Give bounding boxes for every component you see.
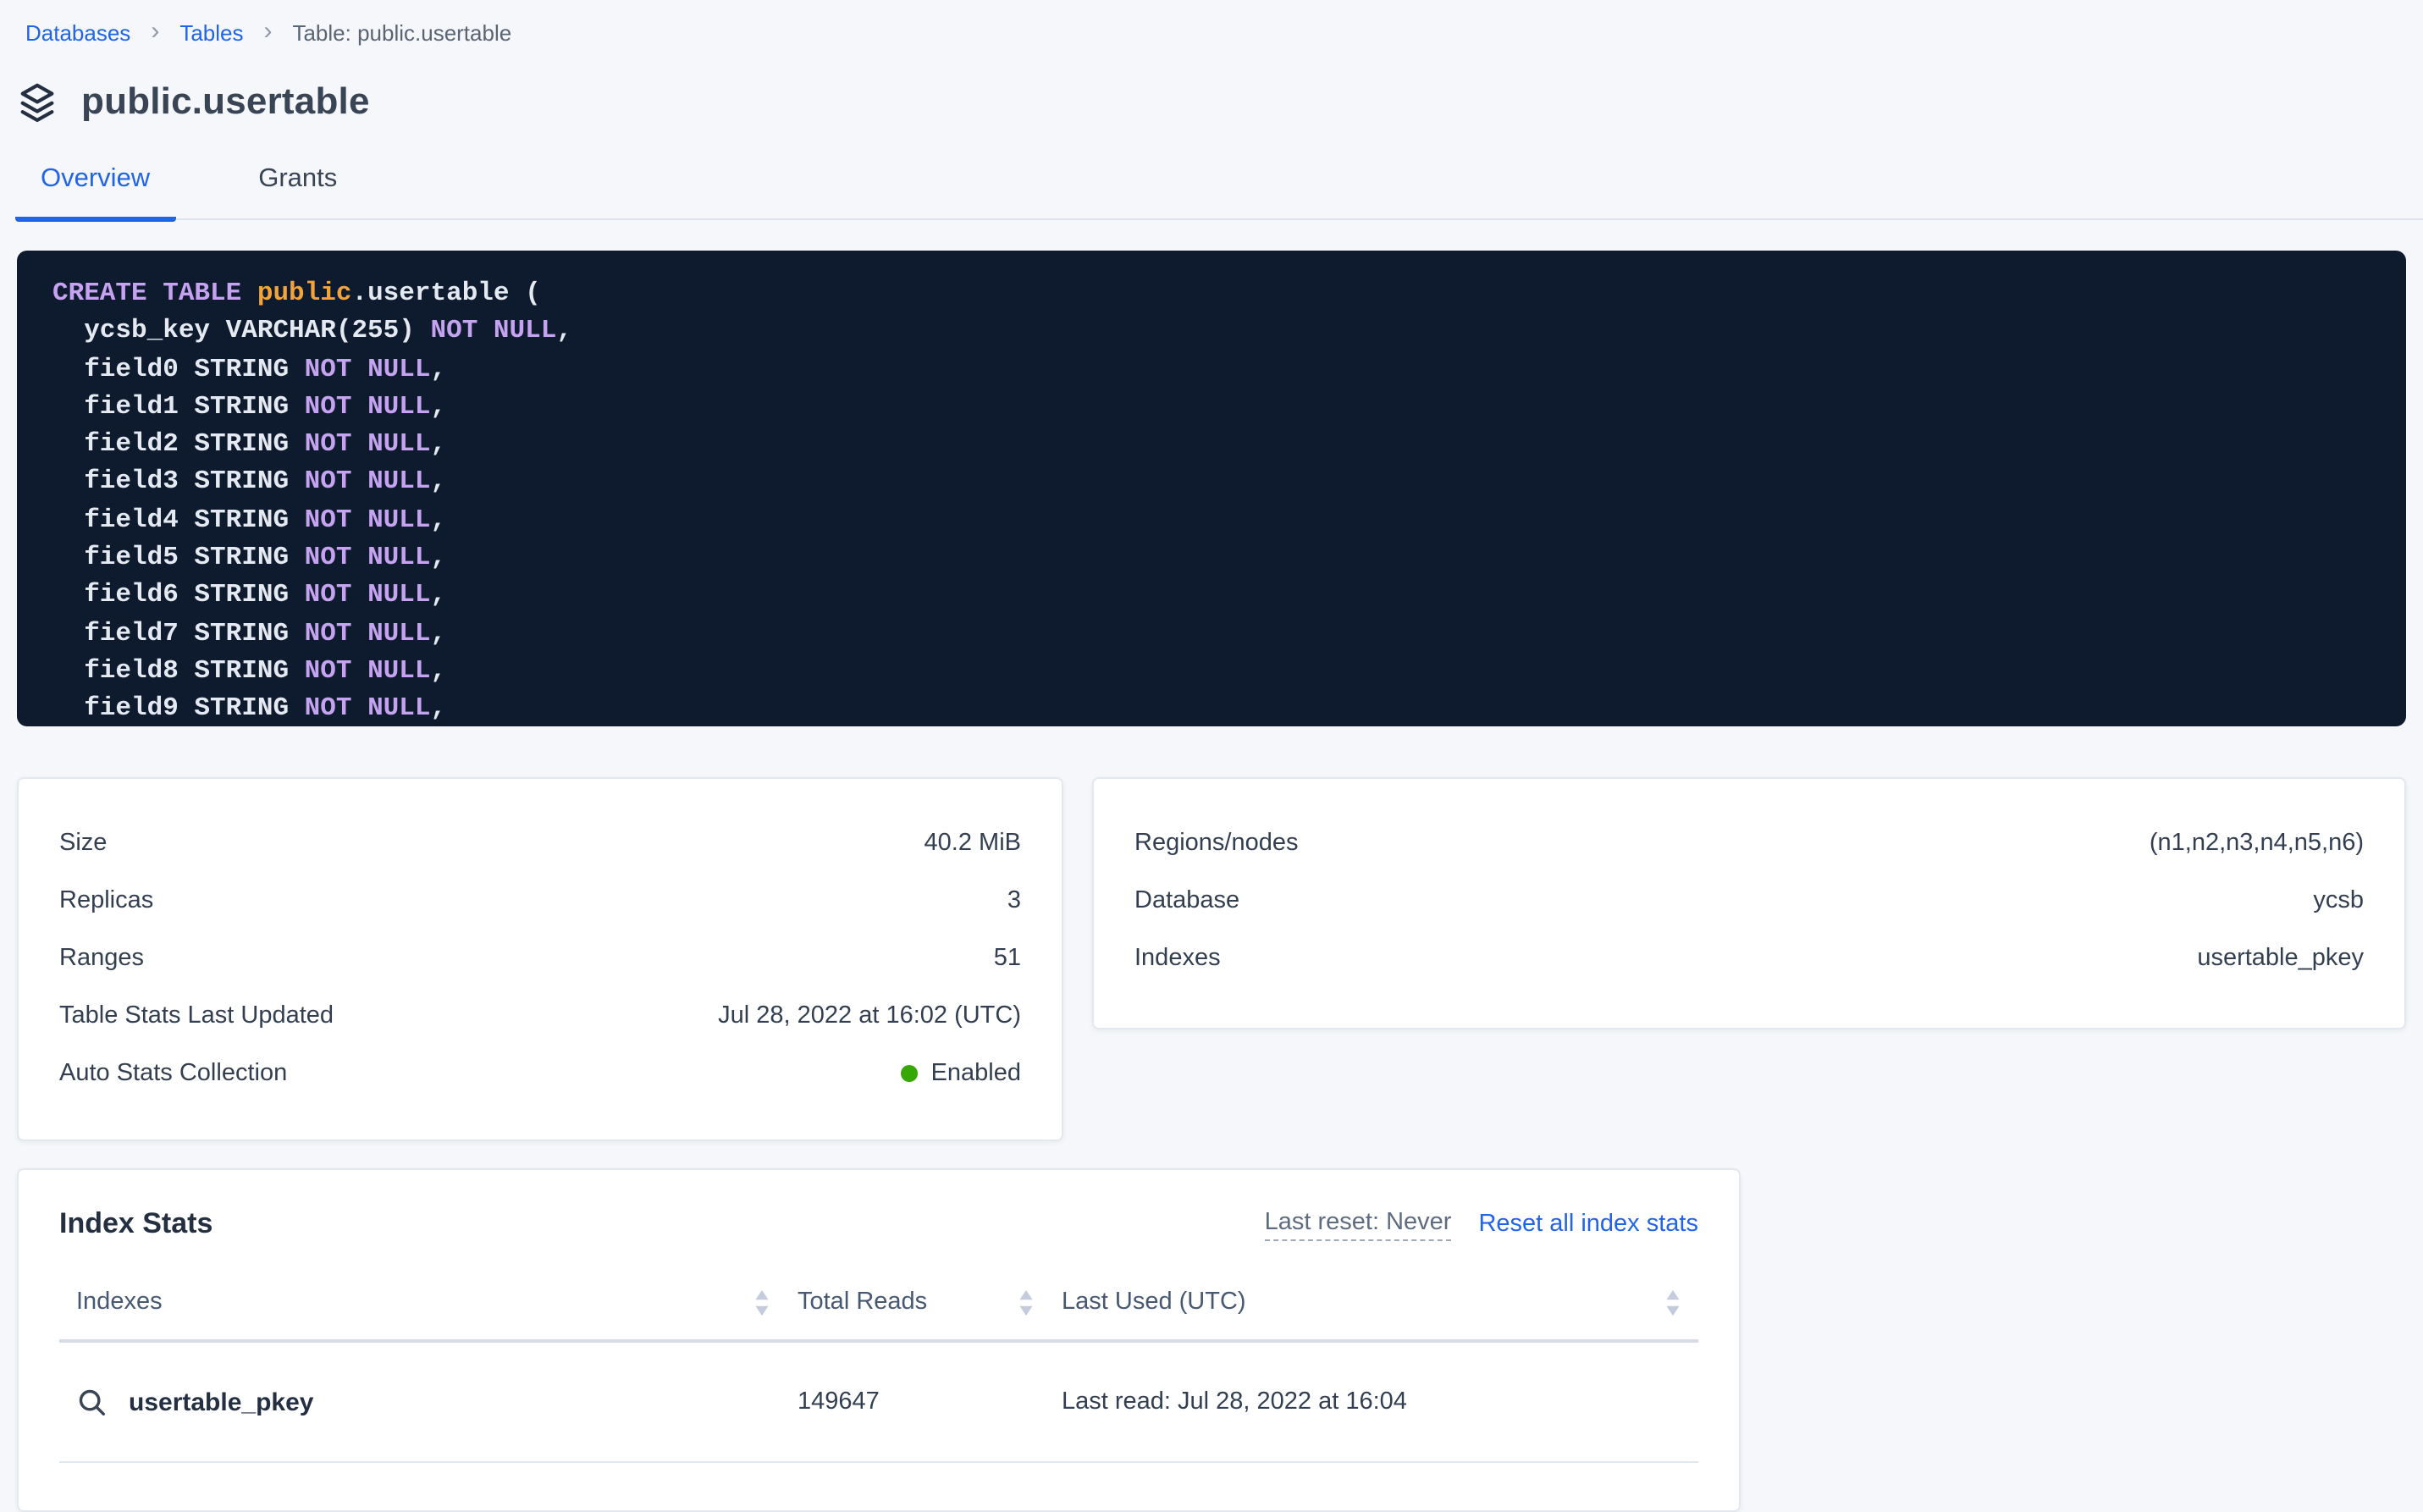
stat-value: ycsb bbox=[2313, 887, 2364, 914]
create-statement-code-block: CREATE TABLE public.usertable ( ycsb_key… bbox=[17, 251, 2406, 726]
sort-icon[interactable] bbox=[1664, 1288, 1681, 1316]
index-name: usertable_pkey bbox=[129, 1388, 313, 1416]
stat-value: 51 bbox=[994, 945, 1021, 972]
stat-value: Enabled bbox=[901, 1060, 1021, 1087]
stat-label: Database bbox=[1134, 887, 1239, 914]
stat-label: Replicas bbox=[59, 887, 153, 914]
sql-line: field3 STRING NOT NULL, bbox=[52, 463, 2406, 501]
stat-row-regions: Regions/nodes (n1,n2,n3,n4,n5,n6) bbox=[1134, 814, 2364, 872]
stat-row-replicas: Replicas 3 bbox=[59, 872, 1021, 930]
stat-row-ranges: Ranges 51 bbox=[59, 930, 1021, 987]
sql-line: field8 STRING NOT NULL, bbox=[52, 652, 2406, 690]
sql-line: field1 STRING NOT NULL, bbox=[52, 388, 2406, 426]
sort-icon[interactable] bbox=[753, 1288, 770, 1316]
last-used-cell: Last read: Jul 28, 2022 at 16:04 bbox=[1062, 1388, 1681, 1415]
sql-line: field6 STRING NOT NULL, bbox=[52, 577, 2406, 615]
chevron-right-icon: › bbox=[263, 19, 272, 44]
page-header: public.usertable bbox=[15, 80, 2423, 124]
stat-value: 40.2 MiB bbox=[924, 830, 1021, 857]
last-reset-label[interactable]: Last reset: Never bbox=[1265, 1208, 1452, 1240]
stat-row-indexes: Indexes usertable_pkey bbox=[1134, 930, 2364, 987]
sql-line: field4 STRING NOT NULL, bbox=[52, 501, 2406, 539]
column-label: Total Reads bbox=[798, 1289, 927, 1316]
tab-overview[interactable]: Overview bbox=[15, 164, 175, 222]
index-stats-header: Index Stats Last reset: Never Reset all … bbox=[59, 1207, 1698, 1241]
stat-value: 3 bbox=[1007, 887, 1021, 914]
breadcrumb-link-databases[interactable]: Databases bbox=[25, 20, 130, 46]
stat-value: Jul 28, 2022 at 16:02 (UTC) bbox=[718, 1002, 1021, 1029]
column-header-indexes[interactable]: Indexes bbox=[76, 1288, 770, 1316]
sql-line: CREATE TABLE public.usertable ( bbox=[52, 274, 2406, 312]
index-stats-title: Index Stats bbox=[59, 1207, 212, 1241]
index-table-header: Indexes Total Reads Last Used (UTC) bbox=[59, 1265, 1698, 1343]
stat-label: Table Stats Last Updated bbox=[59, 1002, 334, 1029]
tab-bar: Overview Grants bbox=[15, 164, 2423, 220]
summary-cards: Size 40.2 MiB Replicas 3 Ranges 51 Table… bbox=[17, 777, 2406, 1141]
stat-row-auto-stats: Auto Stats Collection Enabled bbox=[59, 1045, 1021, 1102]
column-header-last-used[interactable]: Last Used (UTC) bbox=[1062, 1288, 1681, 1316]
stat-value: usertable_pkey bbox=[2197, 945, 2364, 972]
table-stats-card: Size 40.2 MiB Replicas 3 Ranges 51 Table… bbox=[17, 777, 1063, 1141]
sql-line: field2 STRING NOT NULL, bbox=[52, 425, 2406, 463]
stat-label: Ranges bbox=[59, 945, 144, 972]
sql-line: field5 STRING NOT NULL, bbox=[52, 538, 2406, 577]
table-info-card: Regions/nodes (n1,n2,n3,n4,n5,n6) Databa… bbox=[1092, 777, 2406, 1029]
column-label: Last Used (UTC) bbox=[1062, 1289, 1246, 1316]
stat-label: Size bbox=[59, 830, 107, 857]
stat-label: Auto Stats Collection bbox=[59, 1060, 287, 1087]
search-icon bbox=[76, 1386, 108, 1418]
stat-row-size: Size 40.2 MiB bbox=[59, 814, 1021, 872]
chevron-right-icon: › bbox=[151, 19, 159, 44]
stat-row-database: Database ycsb bbox=[1134, 872, 2364, 930]
column-header-total-reads[interactable]: Total Reads bbox=[798, 1288, 1035, 1316]
sort-icon[interactable] bbox=[1018, 1288, 1035, 1316]
sql-line: field7 STRING NOT NULL, bbox=[52, 614, 2406, 652]
index-name-cell: usertable_pkey bbox=[76, 1386, 770, 1418]
breadcrumb-current: Table: public.usertable bbox=[292, 20, 511, 46]
reset-index-stats-link[interactable]: Reset all index stats bbox=[1478, 1211, 1698, 1238]
status-enabled-dot-icon bbox=[901, 1065, 918, 1082]
page-title: public.usertable bbox=[81, 80, 370, 124]
index-stats-actions: Last reset: Never Reset all index stats bbox=[1265, 1208, 1698, 1240]
table-stack-icon bbox=[15, 80, 59, 123]
tab-grants[interactable]: Grants bbox=[233, 164, 362, 222]
breadcrumb-link-tables[interactable]: Tables bbox=[179, 20, 243, 46]
column-label: Indexes bbox=[76, 1289, 163, 1316]
stat-label: Regions/nodes bbox=[1134, 830, 1299, 857]
status-text: Enabled bbox=[931, 1060, 1021, 1087]
sql-line: field9 STRING NOT NULL, bbox=[52, 690, 2406, 726]
sql-line: field0 STRING NOT NULL, bbox=[52, 350, 2406, 388]
stat-value: (n1,n2,n3,n4,n5,n6) bbox=[2150, 830, 2364, 857]
stat-label: Indexes bbox=[1134, 945, 1221, 972]
breadcrumb: Databases › Tables › Table: public.usert… bbox=[0, 0, 2423, 46]
page: Databases › Tables › Table: public.usert… bbox=[0, 0, 2423, 1512]
index-table-row: usertable_pkey 149647 Last read: Jul 28,… bbox=[59, 1343, 1698, 1463]
sql-line: ycsb_key VARCHAR(255) NOT NULL, bbox=[52, 312, 2406, 350]
total-reads-cell: 149647 bbox=[798, 1388, 1035, 1415]
stat-row-stats-updated: Table Stats Last Updated Jul 28, 2022 at… bbox=[59, 987, 1021, 1045]
index-stats-card: Index Stats Last reset: Never Reset all … bbox=[17, 1168, 1741, 1512]
